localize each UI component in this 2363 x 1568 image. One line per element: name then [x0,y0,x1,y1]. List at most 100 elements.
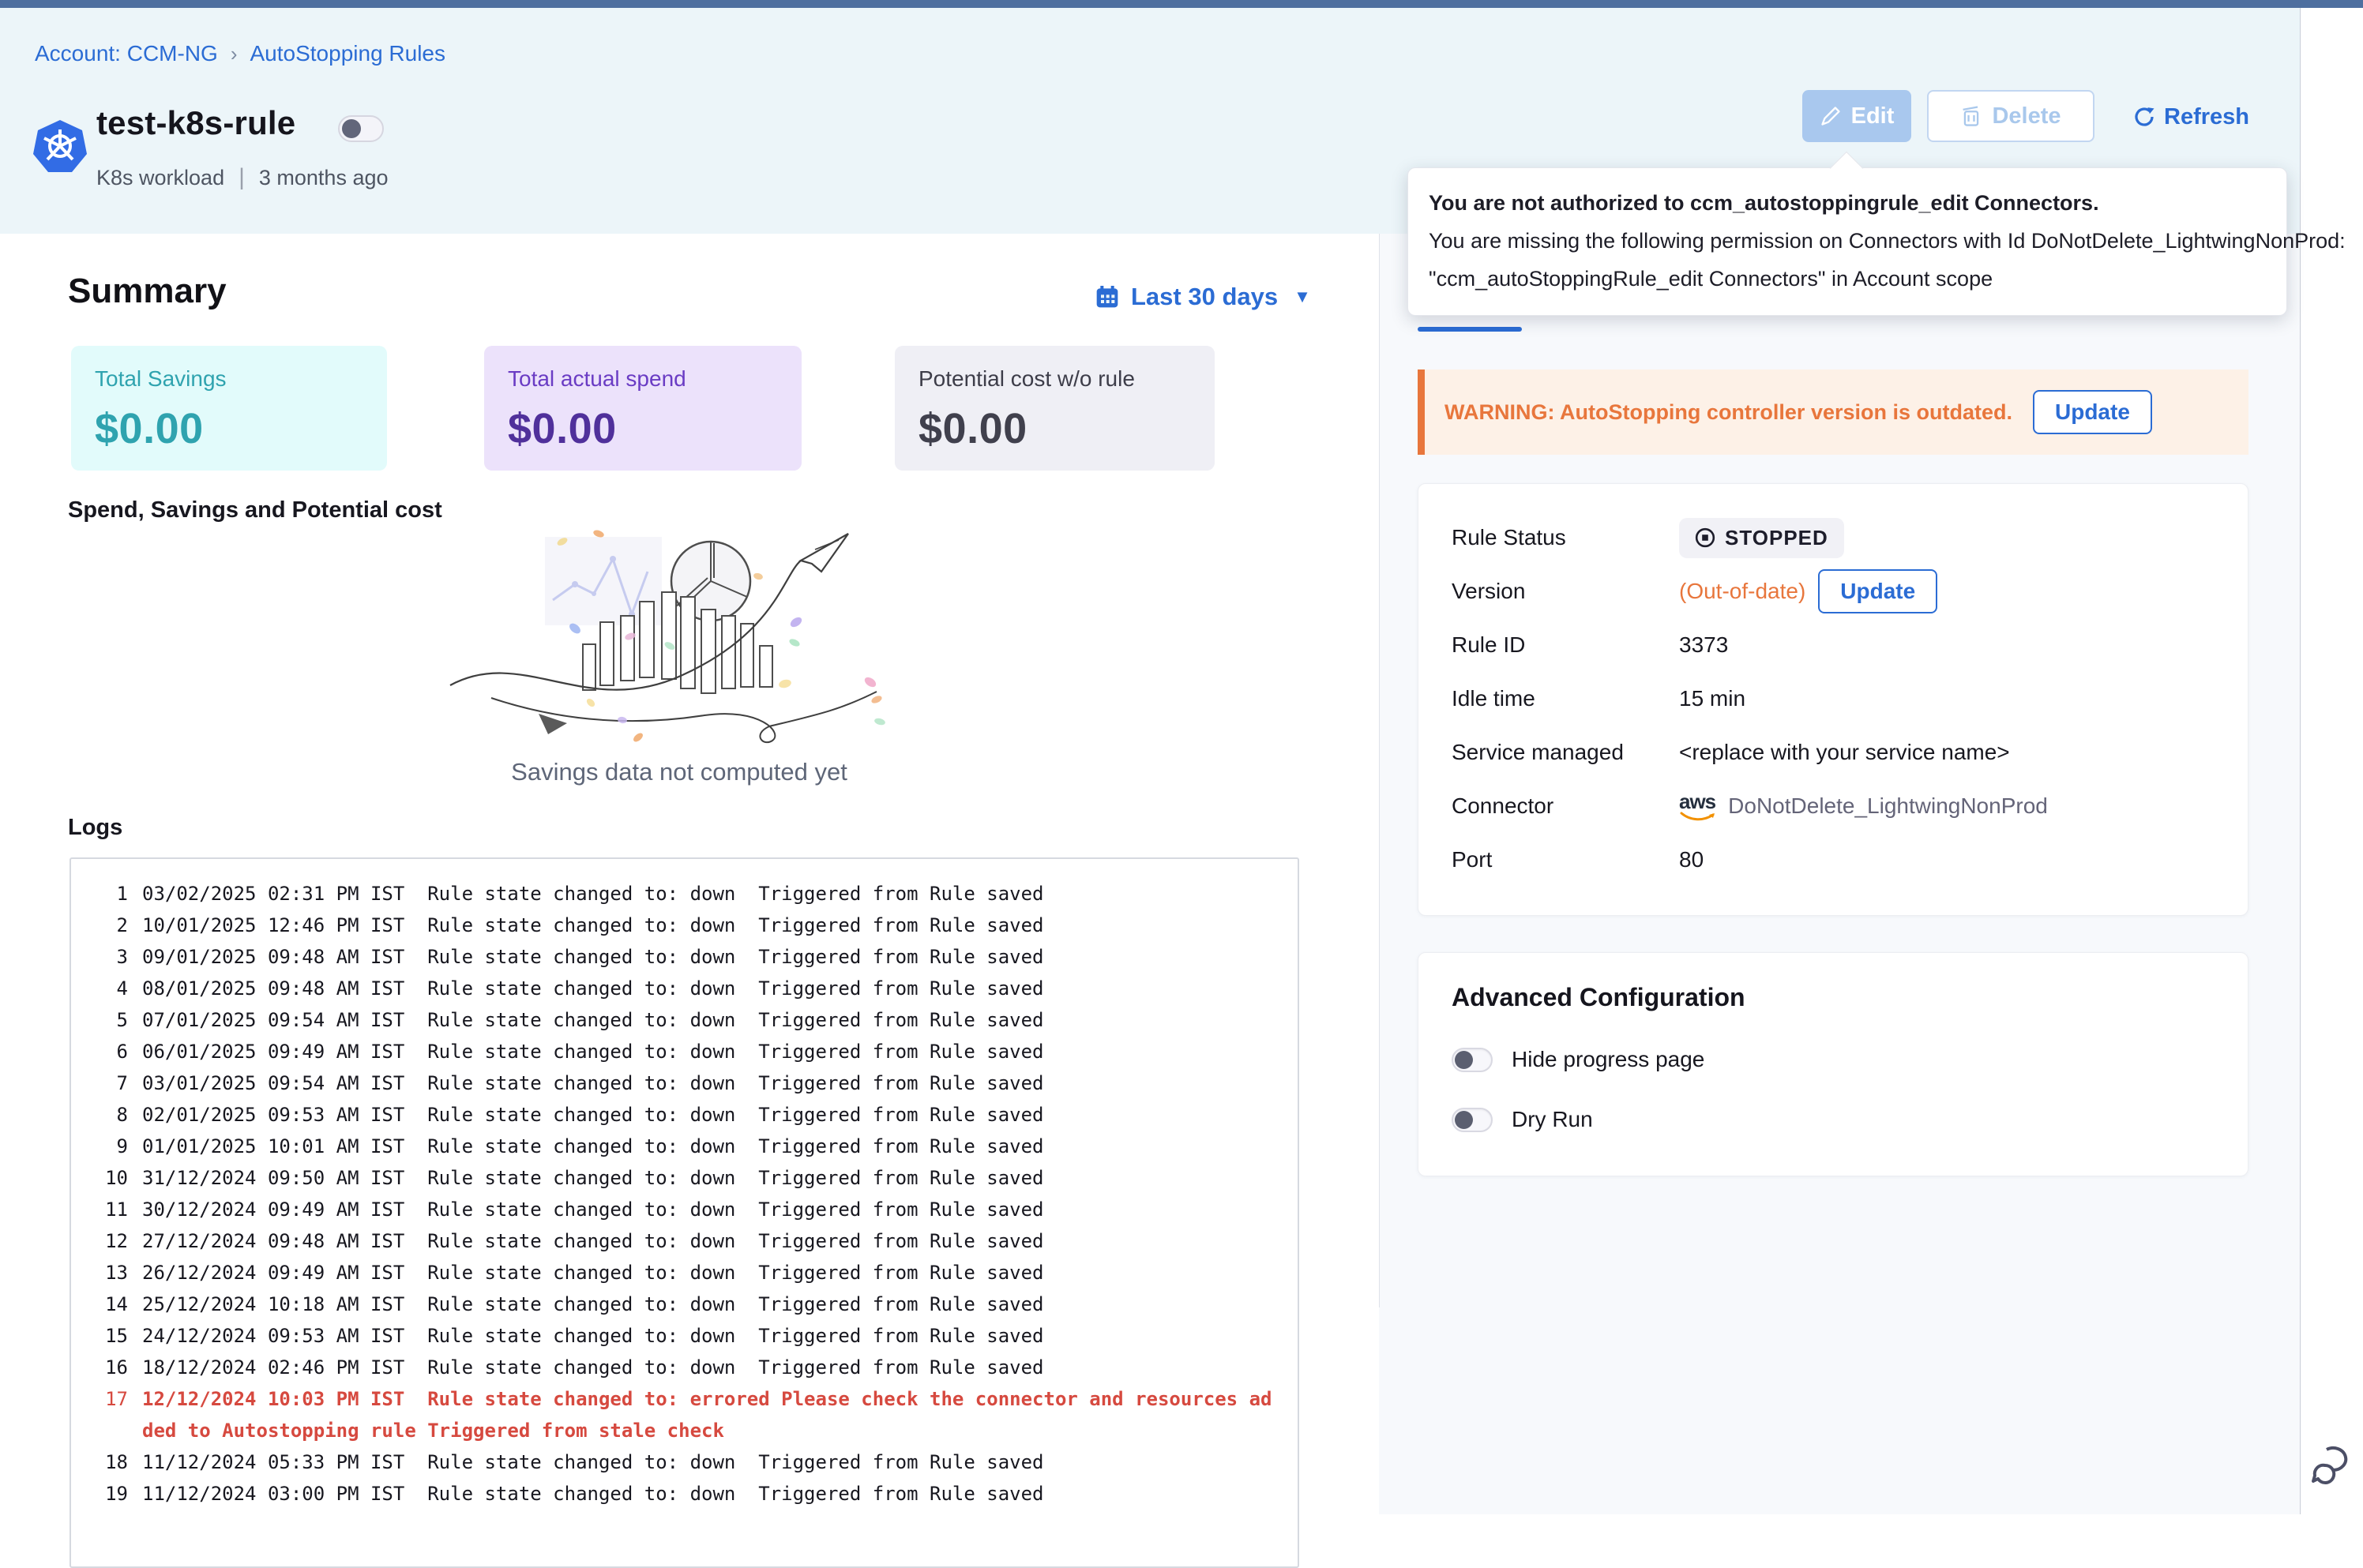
log-line-text: 24/12/2024 09:53 AM IST Rule state chang… [142,1320,1282,1352]
warning-text: WARNING: AutoStopping controller version… [1444,400,2012,425]
warning-update-button[interactable]: Update [2033,390,2152,434]
rule-enable-toggle[interactable] [338,115,384,142]
hide-progress-toggle-row: Hide progress page [1452,1047,2248,1072]
logs-viewer[interactable]: 103/02/2025 02:31 PM IST Rule state chan… [70,857,1299,1568]
refresh-button-label: Refresh [2164,104,2249,130]
subtitle-divider: | [239,164,245,191]
chat-support-icon[interactable] [2309,1442,2354,1489]
version-state: (Out-of-date) [1679,579,1805,604]
chart-heading: Spend, Savings and Potential cost [68,497,442,523]
controller-warning-banner: WARNING: AutoStopping controller version… [1418,369,2248,455]
version-update-button[interactable]: Update [1818,569,1937,613]
log-row: 703/01/2025 09:54 AM IST Rule state chan… [92,1067,1282,1099]
log-line-text: 01/01/2025 10:01 AM IST Rule state chang… [142,1131,1282,1162]
idle-time-row: Idle time 15 min [1452,672,2248,726]
log-line-text: 31/12/2024 09:50 AM IST Rule state chang… [142,1162,1282,1194]
delete-button-label: Delete [1992,103,2061,129]
rule-details-card: Rule Status STOPPED Version (Out-of-date… [1418,483,2248,916]
log-line-number: 8 [92,1099,128,1131]
port-label: Port [1452,847,1679,872]
log-row: 1326/12/2024 09:49 AM IST Rule state cha… [92,1257,1282,1289]
log-line-number: 9 [92,1131,128,1162]
advanced-configuration-card: Advanced Configuration Hide progress pag… [1418,952,2248,1176]
port-row: Port 80 [1452,833,2248,887]
log-row: 210/01/2025 12:46 PM IST Rule state chan… [92,910,1282,941]
log-line-number: 13 [92,1257,128,1289]
log-row: 507/01/2025 09:54 AM IST Rule state chan… [92,1004,1282,1036]
summary-heading: Summary [68,272,227,311]
refresh-icon [2132,105,2156,129]
advanced-configuration-heading: Advanced Configuration [1452,983,2248,1012]
log-line-number: 16 [92,1352,128,1383]
breadcrumb-page-link[interactable]: AutoStopping Rules [250,41,446,66]
dry-run-toggle[interactable] [1452,1108,1493,1132]
refresh-button[interactable]: Refresh [2132,96,2249,137]
log-line-text: 08/01/2025 09:48 AM IST Rule state chang… [142,973,1282,1004]
rule-id-value: 3373 [1679,632,1728,658]
version-label: Version [1452,579,1679,604]
log-line-number: 18 [92,1446,128,1478]
log-row: 1031/12/2024 09:50 AM IST Rule state cha… [92,1162,1282,1194]
log-line-text: 11/12/2024 05:33 PM IST Rule state chang… [142,1446,1282,1478]
log-line-number: 12 [92,1225,128,1257]
total-savings-card: Total Savings $0.00 [71,346,387,471]
savings-illustration [444,527,927,756]
hide-progress-toggle[interactable] [1452,1048,1493,1072]
toggle-knob [342,119,361,138]
top-accent-strip [0,0,2363,8]
log-line-number: 11 [92,1194,128,1225]
log-row: 1425/12/2024 10:18 AM IST Rule state cha… [92,1289,1282,1320]
tooltip-line-1: You are not authorized to ccm_autostoppi… [1429,184,2266,222]
log-row: 16 18/12/2024 02:46 PM IST Rule state cha… [92,1352,1282,1383]
dry-run-label: Dry Run [1512,1107,1593,1132]
breadcrumb-account-link[interactable]: Account: CCM-NG [35,41,218,66]
version-row: Version (Out-of-date) Update [1452,565,2248,618]
edit-button-label: Edit [1851,103,1895,129]
log-row: 606/01/2025 09:49 AM IST Rule state chan… [92,1036,1282,1067]
logs-heading: Logs [68,815,122,841]
service-managed-label: Service managed [1452,740,1679,765]
log-line-text: 02/01/2025 09:53 AM IST Rule state chang… [142,1099,1282,1131]
potential-cost-card: Potential cost w/o rule $0.00 [895,346,1215,471]
log-line-number: 5 [92,1004,128,1036]
log-line-text: 27/12/2024 09:48 AM IST Rule state chang… [142,1225,1282,1257]
log-row: 9 01/01/2025 10:01 AM IST Rule state chan… [92,1131,1282,1162]
log-row: 408/01/2025 09:48 AM IST Rule state chan… [92,973,1282,1004]
total-savings-label: Total Savings [95,366,363,392]
log-line-text: 09/01/2025 09:48 AM IST Rule state chang… [142,941,1282,973]
log-row: 1130/12/2024 09:49 AM IST Rule state cha… [92,1194,1282,1225]
log-row: 103/02/2025 02:31 PM IST Rule state chan… [92,878,1282,910]
rule-age-label: 3 months ago [259,166,389,190]
page-title: test-k8s-rule [96,104,295,142]
connector-value[interactable]: DoNotDelete_LightwingNonProd [1728,793,2048,819]
rule-subtitle: K8s workload | 3 months ago [96,164,389,191]
log-line-text: 18/12/2024 02:46 PM IST Rule state chang… [142,1352,1282,1383]
log-line-number: 3 [92,941,128,973]
log-line-text: 25/12/2024 10:18 AM IST Rule state chang… [142,1289,1282,1320]
date-range-selector[interactable]: Last 30 days ▼ [1095,283,1311,311]
status-badge: STOPPED [1679,518,1844,558]
toggle-knob [1455,1111,1473,1129]
edit-button[interactable]: Edit [1802,90,1911,142]
log-line-text: 03/01/2025 09:54 AM IST Rule state chang… [142,1067,1282,1099]
delete-button[interactable]: Delete [1927,90,2094,142]
log-row: 12 27/12/2024 09:48 AM IST Rule state cha… [92,1225,1282,1257]
permission-tooltip: You are not authorized to ccm_autostoppi… [1407,167,2287,316]
rule-status-label: Rule Status [1452,525,1679,550]
idle-time-value: 15 min [1679,686,1745,711]
total-savings-value: $0.00 [95,404,363,453]
breadcrumb-separator: › [231,42,238,66]
tooltip-line-3: "ccm_autoStoppingRule_edit Connectors" i… [1429,260,2266,298]
log-line-number: 19 [92,1478,128,1510]
panel-divider [1379,234,1380,1307]
log-line-number: 1 [92,878,128,910]
kubernetes-icon [33,118,87,174]
connector-label: Connector [1452,793,1679,819]
potential-cost-label: Potential cost w/o rule [919,366,1191,392]
idle-time-label: Idle time [1452,686,1679,711]
hide-progress-label: Hide progress page [1512,1047,1704,1072]
potential-cost-value: $0.00 [919,404,1191,453]
log-line-text: 12/12/2024 10:03 PM IST Rule state chang… [142,1383,1282,1446]
tooltip-line-2: You are missing the following permission… [1429,222,2266,260]
log-line-number: 17 [92,1383,128,1446]
